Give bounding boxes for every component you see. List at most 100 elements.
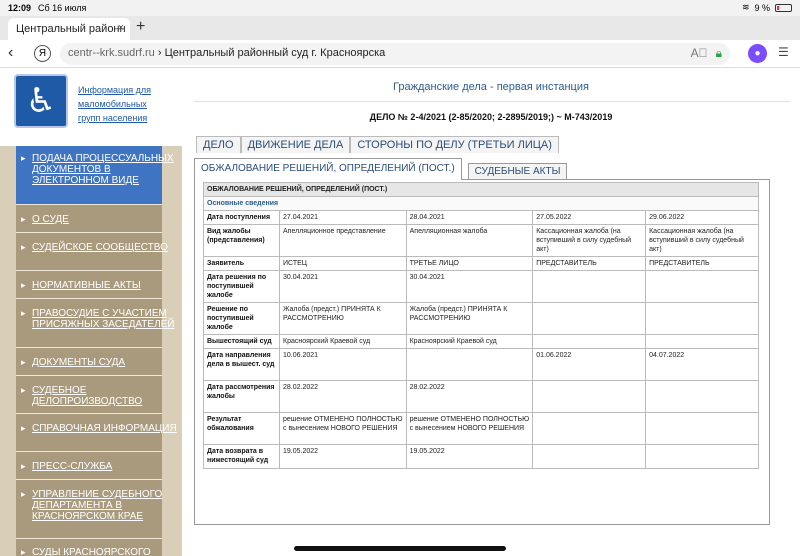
lock-icon[interactable]: 🔒︎ [716, 46, 722, 61]
page-title: Гражданские дела - первая инстанция [393, 81, 589, 93]
yandex-logo-icon[interactable]: Я [34, 45, 51, 62]
table-row: Результат обжалования решение ОТМЕНЕНО ПО… [203, 412, 759, 445]
cell-col-3: Кассационная жалоба (на вступивший в сил… [532, 224, 647, 257]
row-label: Дата решения по поступившей жалобе [203, 270, 280, 303]
table-row: Дата рассмотрения жалобы 28.02.2022 28.02.… [203, 380, 759, 413]
sidebar-divider [16, 232, 162, 233]
row-label: Дата направления дела в вышест. суд [203, 348, 280, 381]
cell-col-3 [532, 302, 647, 335]
status-date: Сб 16 июля [38, 3, 87, 13]
tab-case-movement[interactable]: ДВИЖЕНИЕ ДЕЛА [240, 136, 351, 153]
status-bar: 12:09 Сб 16 июля ≋ 9 % [0, 0, 800, 16]
cell-col-3: 27.05.2022 [532, 210, 647, 225]
address-bar: ‹ Я centr--krk.sudrf.ru › Центральный ра… [0, 40, 800, 68]
cell-col-1: решение ОТМЕНЕНО ПОЛНОСТЬЮ с вынесением … [279, 412, 407, 445]
case-subtabs: ОБЖАЛОВАНИЕ РЕШЕНИЙ, ОПРЕДЕЛЕНИЙ (ПОСТ.)… [194, 158, 568, 180]
cell-col-4: Кассационная жалоба (на вступивший в сил… [645, 224, 759, 257]
accessibility-link[interactable]: Информация для маломобильных групп насел… [78, 83, 168, 125]
cell-col-4: 29.06.2022 [645, 210, 759, 225]
cell-col-1: Красноярский Краевой суд [279, 334, 407, 349]
accessibility-block: ♿︎ Информация для маломобильных групп на… [0, 68, 182, 146]
sidebar-divider [16, 375, 162, 376]
translate-icon[interactable]: A⃝ [691, 46, 708, 61]
sidebar-divider [16, 298, 162, 299]
sidebar-divider [16, 413, 162, 414]
cell-col-2: 19.05.2022 [405, 444, 534, 469]
sidebar-divider [16, 270, 162, 271]
cell-col-2 [405, 348, 534, 381]
cell-col-1: Апелляционное представление [279, 224, 407, 257]
appeals-table: ОБЖАЛОВАНИЕ РЕШЕНИЙ, ОПРЕДЕЛЕНИЙ (ПОСТ.)… [203, 182, 759, 469]
cell-col-1: 30.04.2021 [279, 270, 407, 303]
row-label: Заявитель [203, 256, 280, 271]
cell-col-2: Красноярский Краевой суд [405, 334, 534, 349]
url-page-title: Центральный районный суд г. Красноярска [164, 47, 386, 59]
cell-col-1: Жалоба (предст.) ПРИНЯТА К РАССМОТРЕНИЮ [279, 302, 407, 335]
url-separator: › [157, 47, 162, 59]
tab-case[interactable]: ДЕЛО [196, 136, 241, 153]
table-row: Решение по поступившей жалобе Жалоба (пре… [203, 302, 759, 335]
cell-col-4: ПРЕДСТАВИТЕЛЬ [645, 256, 759, 271]
sidebar-item-press[interactable]: Пресс-служба [16, 461, 182, 472]
sidebar-item-records[interactable]: Судебное делопроизводство [16, 385, 182, 407]
table-row: Дата поступления 27.04.2021 28.04.2021 27.0… [203, 210, 759, 225]
url-field[interactable]: centr--krk.sudrf.ru › Центральный районн… [60, 43, 730, 65]
table-row: Дата решения по поступившей жалобе 30.04.… [203, 270, 759, 303]
tab-parties[interactable]: СТОРОНЫ ПО ДЕЛУ (ТРЕТЬИ ЛИЦА) [350, 136, 559, 153]
row-label: Дата рассмотрения жалобы [203, 380, 280, 413]
sidebar-divider [16, 347, 162, 348]
case-number: ДЕЛО № 2-4/2021 (2-85/2020; 2-2895/2019;… [369, 112, 613, 122]
cell-col-2: ТРЕТЬЕ ЛИЦО [405, 256, 534, 271]
sidebar-divider [16, 451, 162, 452]
row-label: Вид жалобы (представления) [203, 224, 280, 257]
cell-col-2: Апелляционная жалоба [405, 224, 534, 257]
cell-col-1: 28.02.2022 [279, 380, 407, 413]
sidebar-item-department[interactable]: Управление судебного департамента в Крас… [16, 489, 182, 522]
tab-appeals[interactable]: ОБЖАЛОВАНИЕ РЕШЕНИЙ, ОПРЕДЕЛЕНИЙ (ПОСТ.) [194, 158, 462, 180]
browser-tab[interactable]: Центральный районн × [8, 18, 130, 40]
title-divider [194, 101, 790, 102]
sidebar-item-jury[interactable]: Правосудие с участием присяжных заседате… [16, 308, 182, 330]
sidebar-item-courts[interactable]: Суды Красноярского [16, 547, 182, 556]
close-icon[interactable]: × [118, 22, 124, 34]
cell-col-3 [532, 380, 647, 413]
cell-col-4 [645, 444, 759, 469]
cell-col-1: 19.05.2022 [279, 444, 407, 469]
cell-col-3 [532, 412, 647, 445]
cell-col-2: 30.04.2021 [405, 270, 534, 303]
row-label: Вышестоящий суд [203, 334, 280, 349]
main-content: Гражданские дела - первая инстанция ДЕЛО… [182, 68, 800, 556]
row-label: Дата возврата в нижестоящий суд [203, 444, 280, 469]
case-tabs: ДЕЛО ДВИЖЕНИЕ ДЕЛА СТОРОНЫ ПО ДЕЛУ (ТРЕТ… [196, 136, 559, 153]
status-right: ≋ 9 % [742, 2, 792, 13]
wheelchair-icon[interactable]: ♿︎ [14, 74, 68, 128]
battery-icon [775, 3, 792, 12]
new-tab-button[interactable]: + [136, 18, 145, 36]
cell-col-3: 01.06.2022 [532, 348, 647, 381]
table-header: ОБЖАЛОВАНИЕ РЕШЕНИЙ, ОПРЕДЕЛЕНИЙ (ПОСТ.) [203, 182, 759, 197]
table-row: Вид жалобы (представления) Апелляционное … [203, 224, 759, 257]
sidebar-item-normative[interactable]: Нормативные акты [16, 280, 182, 291]
table-row: Дата возврата в нижестоящий суд 19.05.202… [203, 444, 759, 469]
sidebar-divider [16, 538, 162, 539]
wifi-icon: ≋ [741, 2, 750, 12]
sidebar-item-reference[interactable]: Справочная информация [16, 423, 182, 434]
cell-col-4 [645, 412, 759, 445]
microphone-icon[interactable]: ● [748, 44, 767, 63]
sidebar-item-documents[interactable]: Документы суда [16, 357, 182, 368]
sidebar-item-judges[interactable]: Судейское сообщество [16, 242, 182, 253]
cell-col-1: 10.06.2021 [279, 348, 407, 381]
row-label: Результат обжалования [203, 412, 280, 445]
table-row: Дата направления дела в вышест. суд 10.06… [203, 348, 759, 381]
menu-icon[interactable]: ☰ [778, 45, 789, 59]
back-arrow-icon[interactable]: ‹ [8, 44, 13, 62]
battery-text: 9 % [754, 2, 770, 13]
sidebar-item-about[interactable]: О суде [16, 214, 182, 225]
tab-judicial-acts[interactable]: СУДЕБНЫЕ АКТЫ [467, 163, 568, 180]
row-label: Дата поступления [203, 210, 280, 225]
cell-col-3 [532, 334, 647, 349]
sidebar-item-filing[interactable]: Подача процессуальных документов в элект… [16, 153, 182, 186]
sidebar: ♿︎ Информация для маломобильных групп на… [0, 68, 182, 556]
cell-col-4 [645, 380, 759, 413]
table-row: Вышестоящий суд Красноярский Краевой суд К… [203, 334, 759, 349]
